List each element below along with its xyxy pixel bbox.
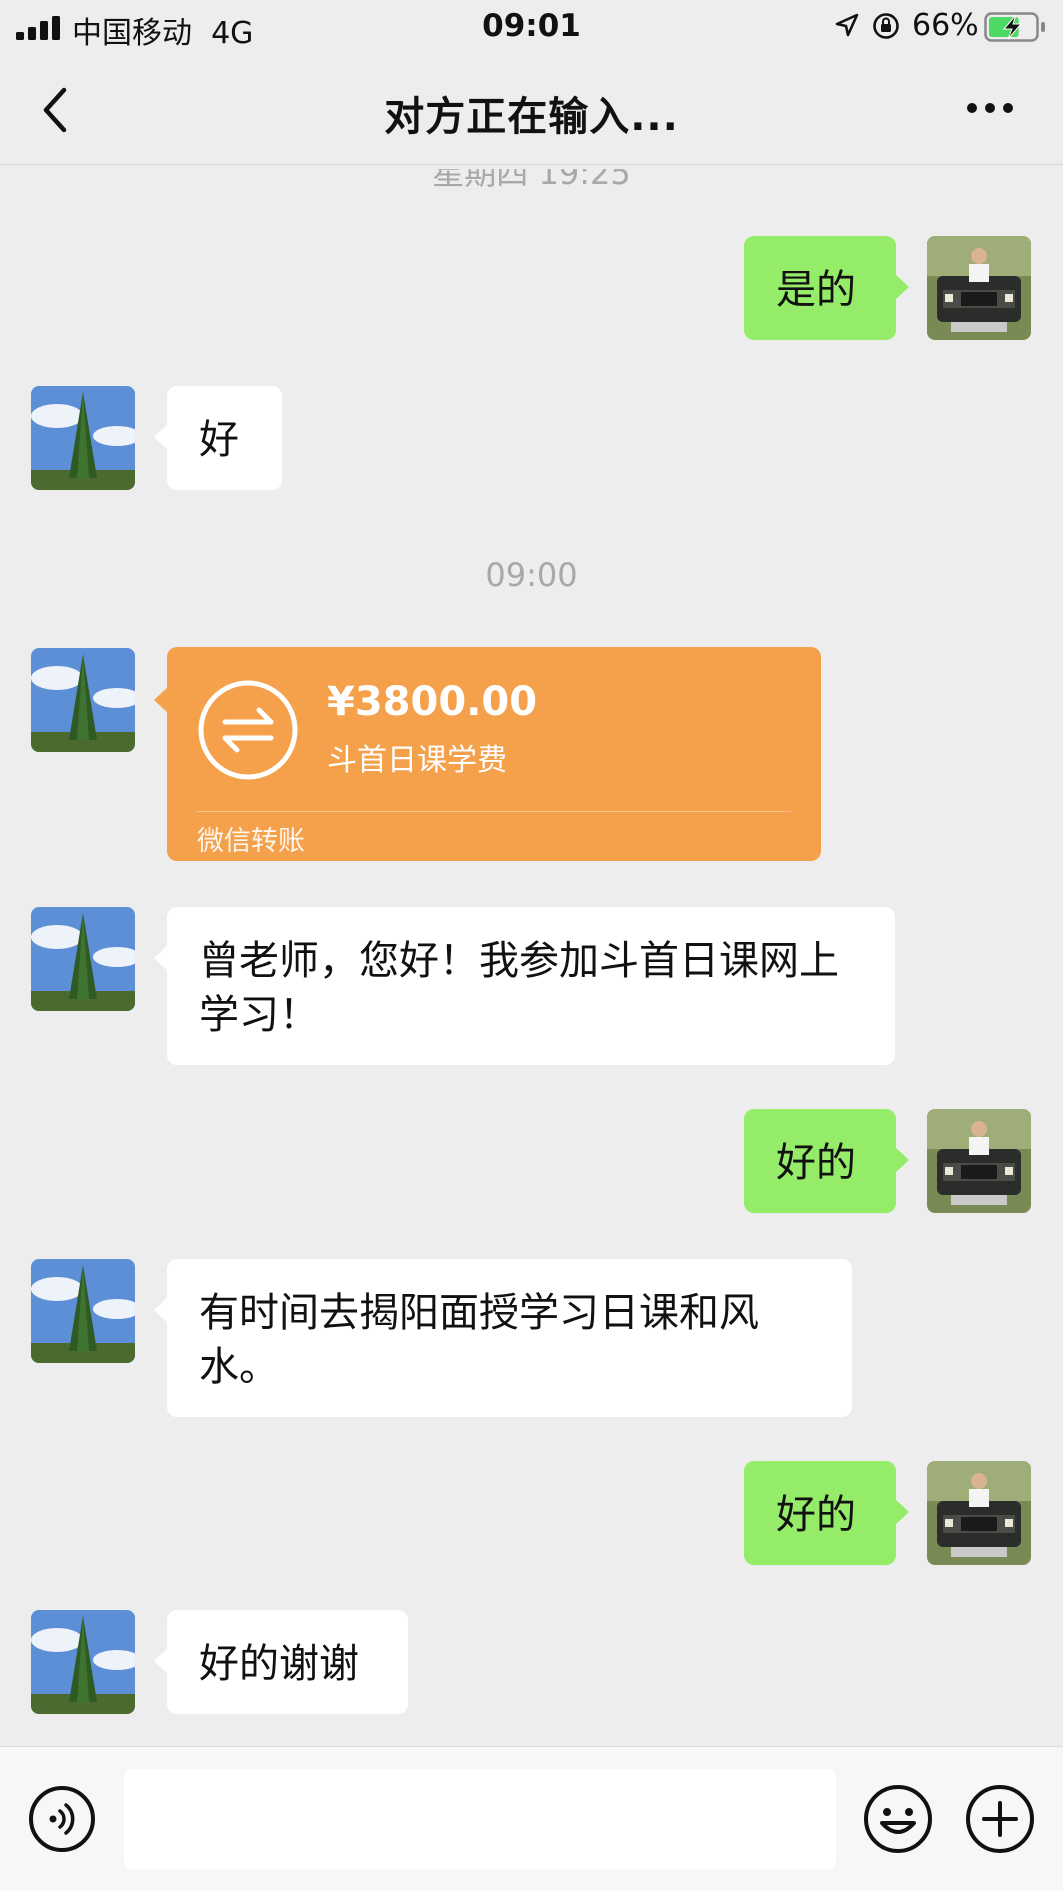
contact-avatar[interactable] [31, 1610, 135, 1714]
plus-icon[interactable] [964, 1783, 1036, 1855]
car-photo-icon [927, 1461, 1031, 1565]
contact-avatar[interactable] [31, 907, 135, 1011]
pine-tree-icon [31, 1259, 135, 1363]
transfer-amount: ¥3800.00 [327, 679, 538, 725]
status-time: 09:01 [482, 8, 581, 44]
pine-tree-icon [31, 907, 135, 1011]
battery-charging-icon [984, 12, 1045, 42]
voice-icon[interactable] [28, 1785, 96, 1853]
contact-avatar[interactable] [31, 1259, 135, 1363]
incoming-message-bubble[interactable]: 好 [154, 386, 282, 490]
incoming-message-bubble[interactable]: 有时间去揭阳面授学习日课和风水。 [154, 1259, 852, 1417]
incoming-message-bubble[interactable]: 曾老师，您好！我参加斗首日课网上学习！ [154, 907, 895, 1065]
outgoing-message-bubble[interactable]: 是的 [744, 236, 909, 340]
status-bar: 中国移动 4G 09:01 66% [0, 0, 1063, 56]
rotation-lock-icon [873, 13, 899, 39]
transfer-arrows-icon [198, 680, 298, 780]
car-photo-icon [927, 236, 1031, 340]
car-photo-icon [927, 1109, 1031, 1213]
location-arrow-icon [835, 13, 859, 37]
battery-percent: 66% [912, 8, 979, 43]
input-bar [0, 1746, 1063, 1891]
pine-tree-icon [31, 386, 135, 490]
incoming-message-bubble[interactable]: 好的谢谢 [154, 1610, 408, 1714]
my-avatar[interactable] [927, 1461, 1031, 1565]
wechat-transfer-card[interactable]: ¥3800.00 斗首日课学费 微信转账 [154, 647, 821, 861]
transfer-source-label: 微信转账 [197, 826, 305, 857]
chat-title: 对方正在输入... [384, 94, 679, 140]
pine-tree-icon [31, 1610, 135, 1714]
my-avatar[interactable] [927, 1109, 1031, 1213]
message-input[interactable] [124, 1769, 836, 1869]
emoji-icon[interactable] [862, 1783, 934, 1855]
my-avatar[interactable] [927, 236, 1031, 340]
contact-avatar[interactable] [31, 648, 135, 752]
contact-avatar[interactable] [31, 386, 135, 490]
outgoing-message-bubble[interactable]: 好的 [744, 1109, 909, 1213]
card-divider [197, 811, 791, 812]
chat-header: 对方正在输入... [0, 56, 1063, 165]
transfer-memo: 斗首日课学费 [327, 743, 507, 778]
outgoing-message-bubble[interactable]: 好的 [744, 1461, 909, 1565]
pine-tree-icon [31, 648, 135, 752]
more-options-icon[interactable] [960, 86, 1020, 130]
timestamp-divider: 09:00 [485, 556, 578, 594]
